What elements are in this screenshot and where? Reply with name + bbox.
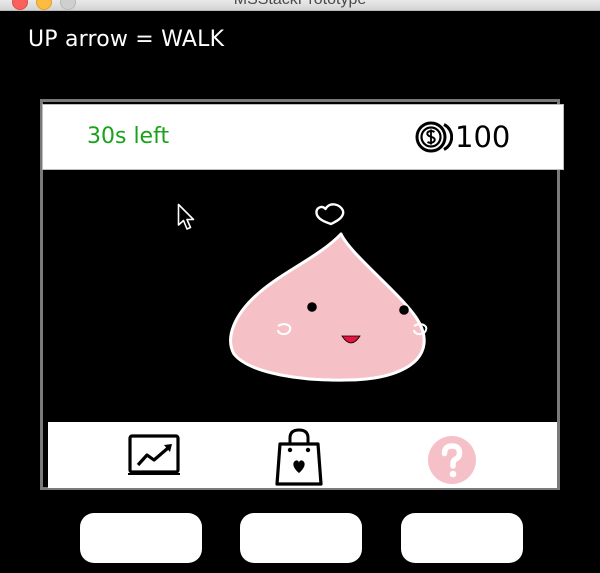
pet-stage <box>43 168 557 422</box>
pet-character[interactable] <box>228 230 428 382</box>
coin-icon <box>415 121 453 153</box>
bottom-nav <box>48 422 557 488</box>
help-icon <box>428 436 476 484</box>
mouse-cursor-icon <box>177 203 195 230</box>
status-bar: 30s left 100 <box>42 104 564 170</box>
device-screen: 30s left 100 <box>40 99 564 490</box>
help-button[interactable] <box>426 434 486 486</box>
timer-label: 30s left <box>87 124 170 149</box>
shop-button[interactable] <box>274 428 334 486</box>
window-title-bar: MSStackPrototype <box>0 0 600 11</box>
right-hardware-button[interactable] <box>401 513 523 563</box>
left-eye <box>307 302 317 312</box>
chart-icon <box>128 434 180 475</box>
coin-display: 100 <box>415 120 510 154</box>
right-eye <box>399 305 409 315</box>
window-title: MSStackPrototype <box>0 0 600 9</box>
middle-hardware-button[interactable] <box>240 513 362 563</box>
left-hardware-button[interactable] <box>80 513 202 563</box>
heart-icon <box>315 203 345 226</box>
shopping-bag-icon <box>275 428 323 486</box>
stats-button[interactable] <box>126 432 186 484</box>
control-hint: UP arrow = WALK <box>28 27 225 52</box>
coin-count: 100 <box>455 120 511 154</box>
